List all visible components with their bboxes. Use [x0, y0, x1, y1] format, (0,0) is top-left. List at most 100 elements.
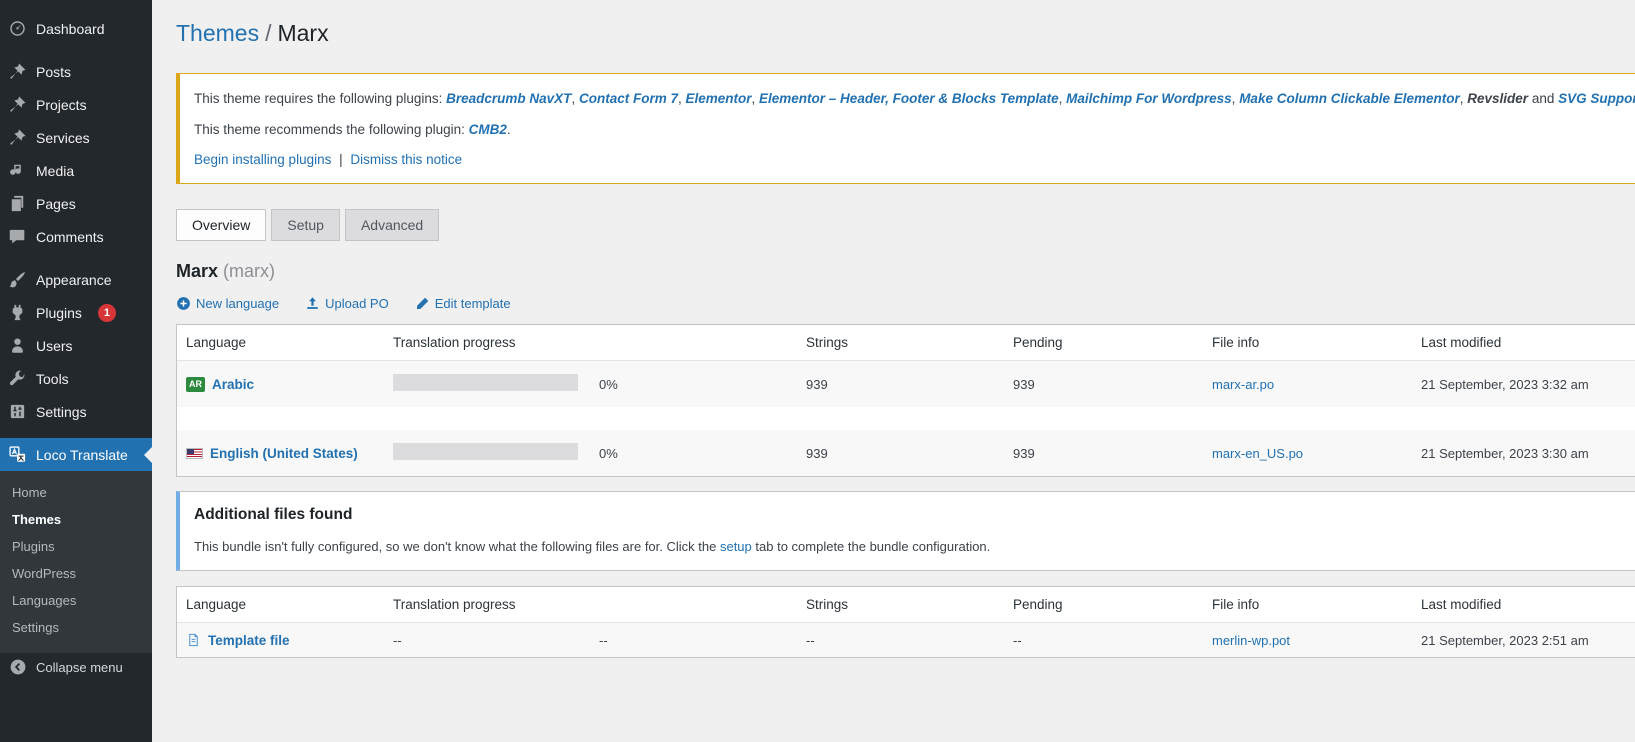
notice-text-segment: ,: [752, 91, 760, 106]
notice-plugin-link[interactable]: Make Column Clickable Elementor: [1239, 91, 1460, 106]
strings-cell: 939: [806, 446, 1013, 461]
comments-icon: [8, 227, 27, 246]
submenu-item-languages[interactable]: Languages: [0, 587, 152, 614]
submenu-item-plugins[interactable]: Plugins: [0, 533, 152, 560]
sidebar-item-users[interactable]: Users: [0, 329, 152, 362]
language-link[interactable]: English (United States): [210, 446, 358, 461]
sidebar-item-plugins[interactable]: Plugins1: [0, 296, 152, 329]
column-header-last-modified: Last modified: [1421, 335, 1635, 350]
sidebar-item-label: Pages: [36, 196, 76, 212]
bundle-slug: (marx): [223, 261, 275, 281]
table-row: Template file--------merlin-wp.pot21 Sep…: [177, 623, 1635, 657]
document-icon: [186, 632, 201, 648]
breadcrumb-themes-link[interactable]: Themes: [176, 20, 259, 46]
plugins-required-notice: This theme requires the following plugin…: [176, 73, 1635, 185]
notice-text-segment: This theme recommends the following plug…: [194, 122, 469, 137]
last-modified-cell: 21 September, 2023 3:32 am: [1421, 377, 1635, 392]
sidebar-item-comments[interactable]: Comments: [0, 220, 152, 253]
tab-setup[interactable]: Setup: [271, 209, 340, 241]
pot-file-link[interactable]: merlin-wp.pot: [1212, 633, 1290, 648]
new-language-link[interactable]: New language: [176, 296, 279, 311]
progress-bar: [393, 443, 578, 460]
progress-bar: [393, 374, 578, 391]
loco-translate-icon: [8, 445, 27, 464]
submenu-item-wordpress[interactable]: WordPress: [0, 560, 152, 587]
column-header-file-info: File info: [1212, 597, 1421, 612]
admin-menu: Dashboard Posts Projects Services Media Pages…: [0, 0, 152, 471]
po-file-link[interactable]: marx-en_US.po: [1212, 446, 1303, 461]
sidebar-item-tools[interactable]: Tools: [0, 362, 152, 395]
column-header-language: Language: [186, 335, 393, 350]
progress-percent: 0%: [599, 377, 806, 392]
admin-sidebar: Dashboard Posts Projects Services Media Pages…: [0, 0, 152, 742]
notice-required-line: This theme requires the following plugin…: [194, 89, 1635, 110]
tool-link-label: Upload PO: [325, 296, 389, 311]
notice-plugin-link[interactable]: Contact Form 7: [579, 91, 678, 106]
info-text-segment: tab to complete the bundle configuration…: [752, 539, 991, 554]
notice-plugin-link[interactable]: CMB2: [469, 122, 507, 137]
setup-tab-link[interactable]: setup: [720, 539, 752, 554]
translations-table: LanguageTranslation progressStringsPendi…: [176, 324, 1635, 477]
dashboard-icon: [8, 19, 27, 38]
notice-plugin-link[interactable]: Breadcrumb NavXT: [446, 91, 571, 106]
loco-translate-submenu: HomeThemesPluginsWordPressLanguagesSetti…: [0, 471, 152, 653]
submenu-item-settings[interactable]: Settings: [0, 614, 152, 641]
sidebar-item-projects[interactable]: Projects: [0, 88, 152, 121]
column-header-file-info: File info: [1212, 335, 1421, 350]
collapse-icon: [9, 658, 27, 676]
column-header-last-modified: Last modified: [1421, 597, 1635, 612]
tab-advanced[interactable]: Advanced: [345, 209, 439, 241]
update-count-badge: 1: [98, 304, 116, 322]
file-info-cell: merlin-wp.pot: [1212, 633, 1421, 648]
progress-cell: --: [393, 633, 599, 648]
upload-po-link[interactable]: Upload PO: [305, 296, 389, 311]
language-link[interactable]: Arabic: [212, 377, 254, 392]
notice-plugin-link[interactable]: Elementor: [685, 91, 751, 106]
notice-plugin-link[interactable]: SVG Support: [1558, 91, 1635, 106]
column-header-language: Language: [186, 597, 393, 612]
appearance-icon: [8, 270, 27, 289]
notice-action-dismiss-this-notice[interactable]: Dismiss this notice: [350, 152, 462, 167]
info-text-segment: This bundle isn't fully configured, so w…: [194, 539, 720, 554]
template-file-link[interactable]: Template file: [208, 633, 290, 648]
pin-icon: [8, 95, 27, 114]
sidebar-item-appearance[interactable]: Appearance: [0, 263, 152, 296]
sidebar-item-dashboard[interactable]: Dashboard: [0, 12, 152, 45]
progress-cell: [393, 374, 599, 394]
sidebar-item-posts[interactable]: Posts: [0, 55, 152, 88]
sidebar-item-settings[interactable]: Settings: [0, 395, 152, 428]
edit-template-link[interactable]: Edit template: [415, 296, 511, 311]
notice-text-segment: This theme requires the following plugin…: [194, 91, 446, 106]
notice-recommended-line: This theme recommends the following plug…: [194, 120, 1635, 141]
language-cell: English (United States): [186, 446, 393, 461]
bundle-name: Marx: [176, 261, 218, 281]
additional-files-message: This bundle isn't fully configured, so w…: [194, 539, 1635, 554]
language-cell: ARArabic: [186, 377, 393, 392]
sidebar-item-label: Comments: [36, 229, 104, 245]
edit-pencil-icon: [415, 296, 430, 311]
tools-icon: [8, 369, 27, 388]
sidebar-item-label: Services: [36, 130, 90, 146]
tool-link-label: Edit template: [435, 296, 511, 311]
sidebar-item-label: Loco Translate: [36, 447, 128, 463]
collapse-menu-label: Collapse menu: [36, 660, 123, 675]
last-modified-cell: 21 September, 2023 2:51 am: [1421, 633, 1635, 648]
sidebar-item-loco-translate[interactable]: Loco Translate: [0, 438, 152, 471]
sidebar-item-label: Posts: [36, 64, 71, 80]
tab-overview[interactable]: Overview: [176, 209, 266, 241]
po-file-link[interactable]: marx-ar.po: [1212, 377, 1274, 392]
pending-cell: --: [1013, 633, 1212, 648]
notice-plugin-link[interactable]: Mailchimp For Wordpress: [1066, 91, 1232, 106]
collapse-menu-button[interactable]: Collapse menu: [0, 650, 152, 684]
submenu-item-themes[interactable]: Themes: [0, 506, 152, 533]
pending-cell: 939: [1013, 446, 1212, 461]
sidebar-item-pages[interactable]: Pages: [0, 187, 152, 220]
sidebar-item-services[interactable]: Services: [0, 121, 152, 154]
notice-text-segment: ,: [1059, 91, 1067, 106]
sidebar-item-media[interactable]: Media: [0, 154, 152, 187]
notice-plugin-link[interactable]: Elementor – Header, Footer & Blocks Temp…: [759, 91, 1059, 106]
submenu-item-home[interactable]: Home: [0, 479, 152, 506]
files-table: LanguageTranslation progressStringsPendi…: [176, 586, 1635, 658]
notice-actions: Begin installing plugins | Dismiss this …: [194, 150, 1635, 171]
notice-action-begin-installing-plugins[interactable]: Begin installing plugins: [194, 152, 331, 167]
